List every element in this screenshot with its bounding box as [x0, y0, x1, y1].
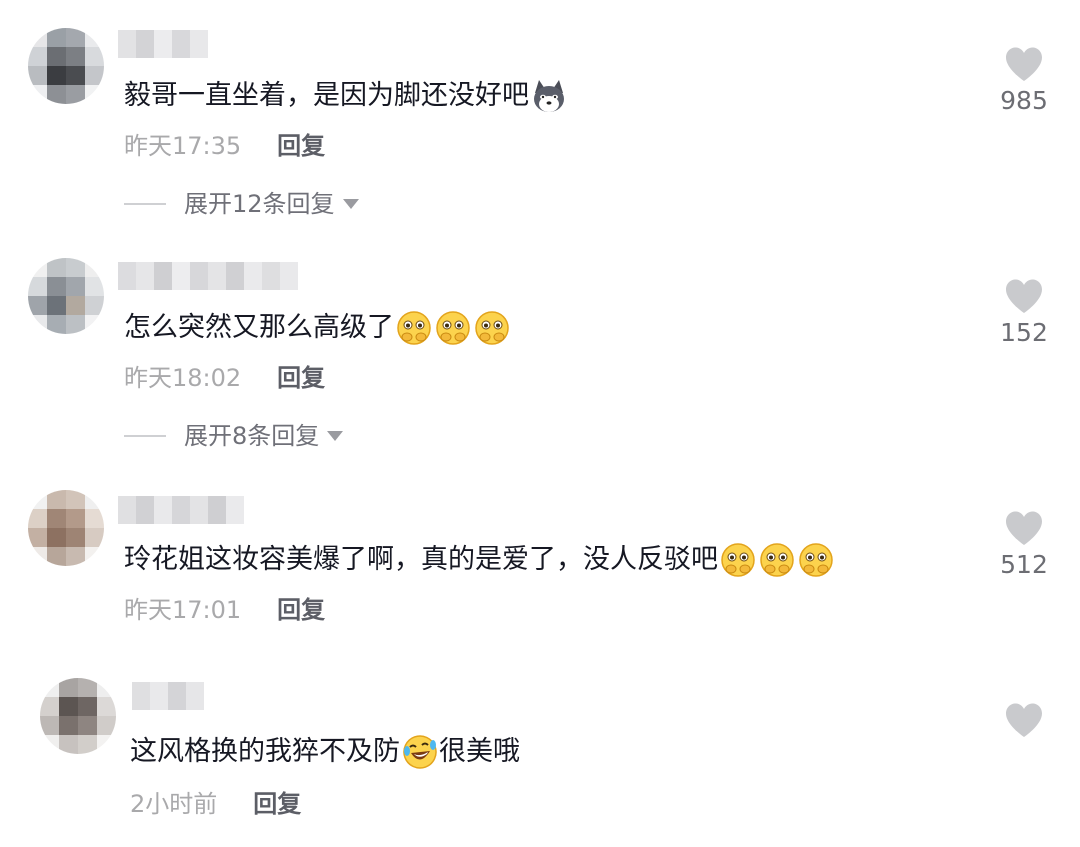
heart-icon [1006, 279, 1042, 313]
username-blurred[interactable] [118, 496, 244, 524]
caret-down-icon [342, 199, 359, 209]
pleading-emoji-icon [436, 311, 470, 345]
husky-emoji-icon [534, 80, 564, 112]
caret-down-icon [327, 431, 344, 441]
avatar[interactable] [28, 258, 104, 334]
comment-meta: 2小时前 回复 [130, 788, 301, 820]
avatar[interactable] [28, 28, 104, 104]
like-button[interactable]: 512 [994, 510, 1054, 582]
pleading-emoji-icon [475, 311, 509, 345]
comment-text-content: 怎么突然又那么高级了 [124, 312, 394, 343]
pleading-emoji-icon [721, 543, 755, 577]
comment-meta: 昨天17:01 回复 [124, 594, 325, 626]
comment-text: 玲花姐这妆容美爆了啊，真的是爱了，没人反驳吧 [124, 540, 835, 580]
heart-icon [1006, 703, 1042, 737]
expand-replies-label: 展开8条回复 [184, 422, 320, 450]
comment-time: 昨天18:02 [124, 364, 242, 392]
username-blurred[interactable] [118, 262, 298, 290]
comment-text-content: 很美哦 [439, 736, 520, 767]
comment-meta: 昨天18:02 回复 [124, 362, 325, 394]
pleading-emoji-icon [799, 543, 833, 577]
like-button[interactable]: 152 [994, 278, 1054, 350]
comment-time: 2小时前 [130, 790, 218, 818]
like-count: 512 [1000, 550, 1048, 579]
like-button[interactable]: 985 [994, 46, 1054, 118]
comment-item: 毅哥一直坐着，是因为脚还没好吧 昨天17:35 回复 展开12条回复 985 [0, 0, 1080, 230]
divider-dash [124, 203, 166, 205]
comment-item: 玲花姐这妆容美爆了啊，真的是爱了，没人反驳吧 昨天17:01 回复 512 [0, 464, 1080, 654]
reply-button[interactable]: 回复 [277, 130, 325, 162]
comment-text-content: 这风格换的我猝不及防 [130, 736, 400, 767]
avatar[interactable] [40, 678, 116, 754]
like-count: 985 [1000, 86, 1048, 115]
username-blurred[interactable] [118, 30, 208, 58]
comment-item: 怎么突然又那么高级了 昨天18:02 回复 展开8条回复 152 [0, 232, 1080, 464]
comment-time: 昨天17:01 [124, 596, 242, 624]
comment-text: 这风格换的我猝不及防 很美哦 [130, 732, 520, 772]
expand-replies-button[interactable]: 展开12条回复 [124, 188, 359, 220]
like-count: 152 [1000, 318, 1048, 347]
pleading-emoji-icon [760, 543, 794, 577]
reply-button[interactable]: 回复 [277, 594, 325, 626]
like-button[interactable] [994, 702, 1054, 738]
reply-button[interactable]: 回复 [277, 362, 325, 394]
expand-replies-label: 展开12条回复 [184, 190, 335, 218]
username-blurred[interactable] [132, 682, 204, 710]
laughing-crying-emoji-icon [403, 735, 437, 769]
comment-text-content: 玲花姐这妆容美爆了啊，真的是爱了，没人反驳吧 [124, 544, 718, 575]
avatar[interactable] [28, 490, 104, 566]
heart-icon [1006, 47, 1042, 81]
expand-replies-button[interactable]: 展开8条回复 [124, 420, 344, 452]
comment-text: 怎么突然又那么高级了 [124, 308, 511, 348]
divider-dash [124, 435, 166, 437]
comment-text: 毅哥一直坐着，是因为脚还没好吧 [124, 76, 568, 116]
pleading-emoji-icon [397, 311, 431, 345]
comment-item: 这风格换的我猝不及防 很美哦 2小时前 回复 [0, 654, 1080, 847]
reply-button[interactable]: 回复 [253, 788, 301, 820]
comment-meta: 昨天17:35 回复 [124, 130, 325, 162]
comment-text-content: 毅哥一直坐着，是因为脚还没好吧 [124, 80, 529, 111]
heart-icon [1006, 511, 1042, 545]
comment-time: 昨天17:35 [124, 132, 242, 160]
